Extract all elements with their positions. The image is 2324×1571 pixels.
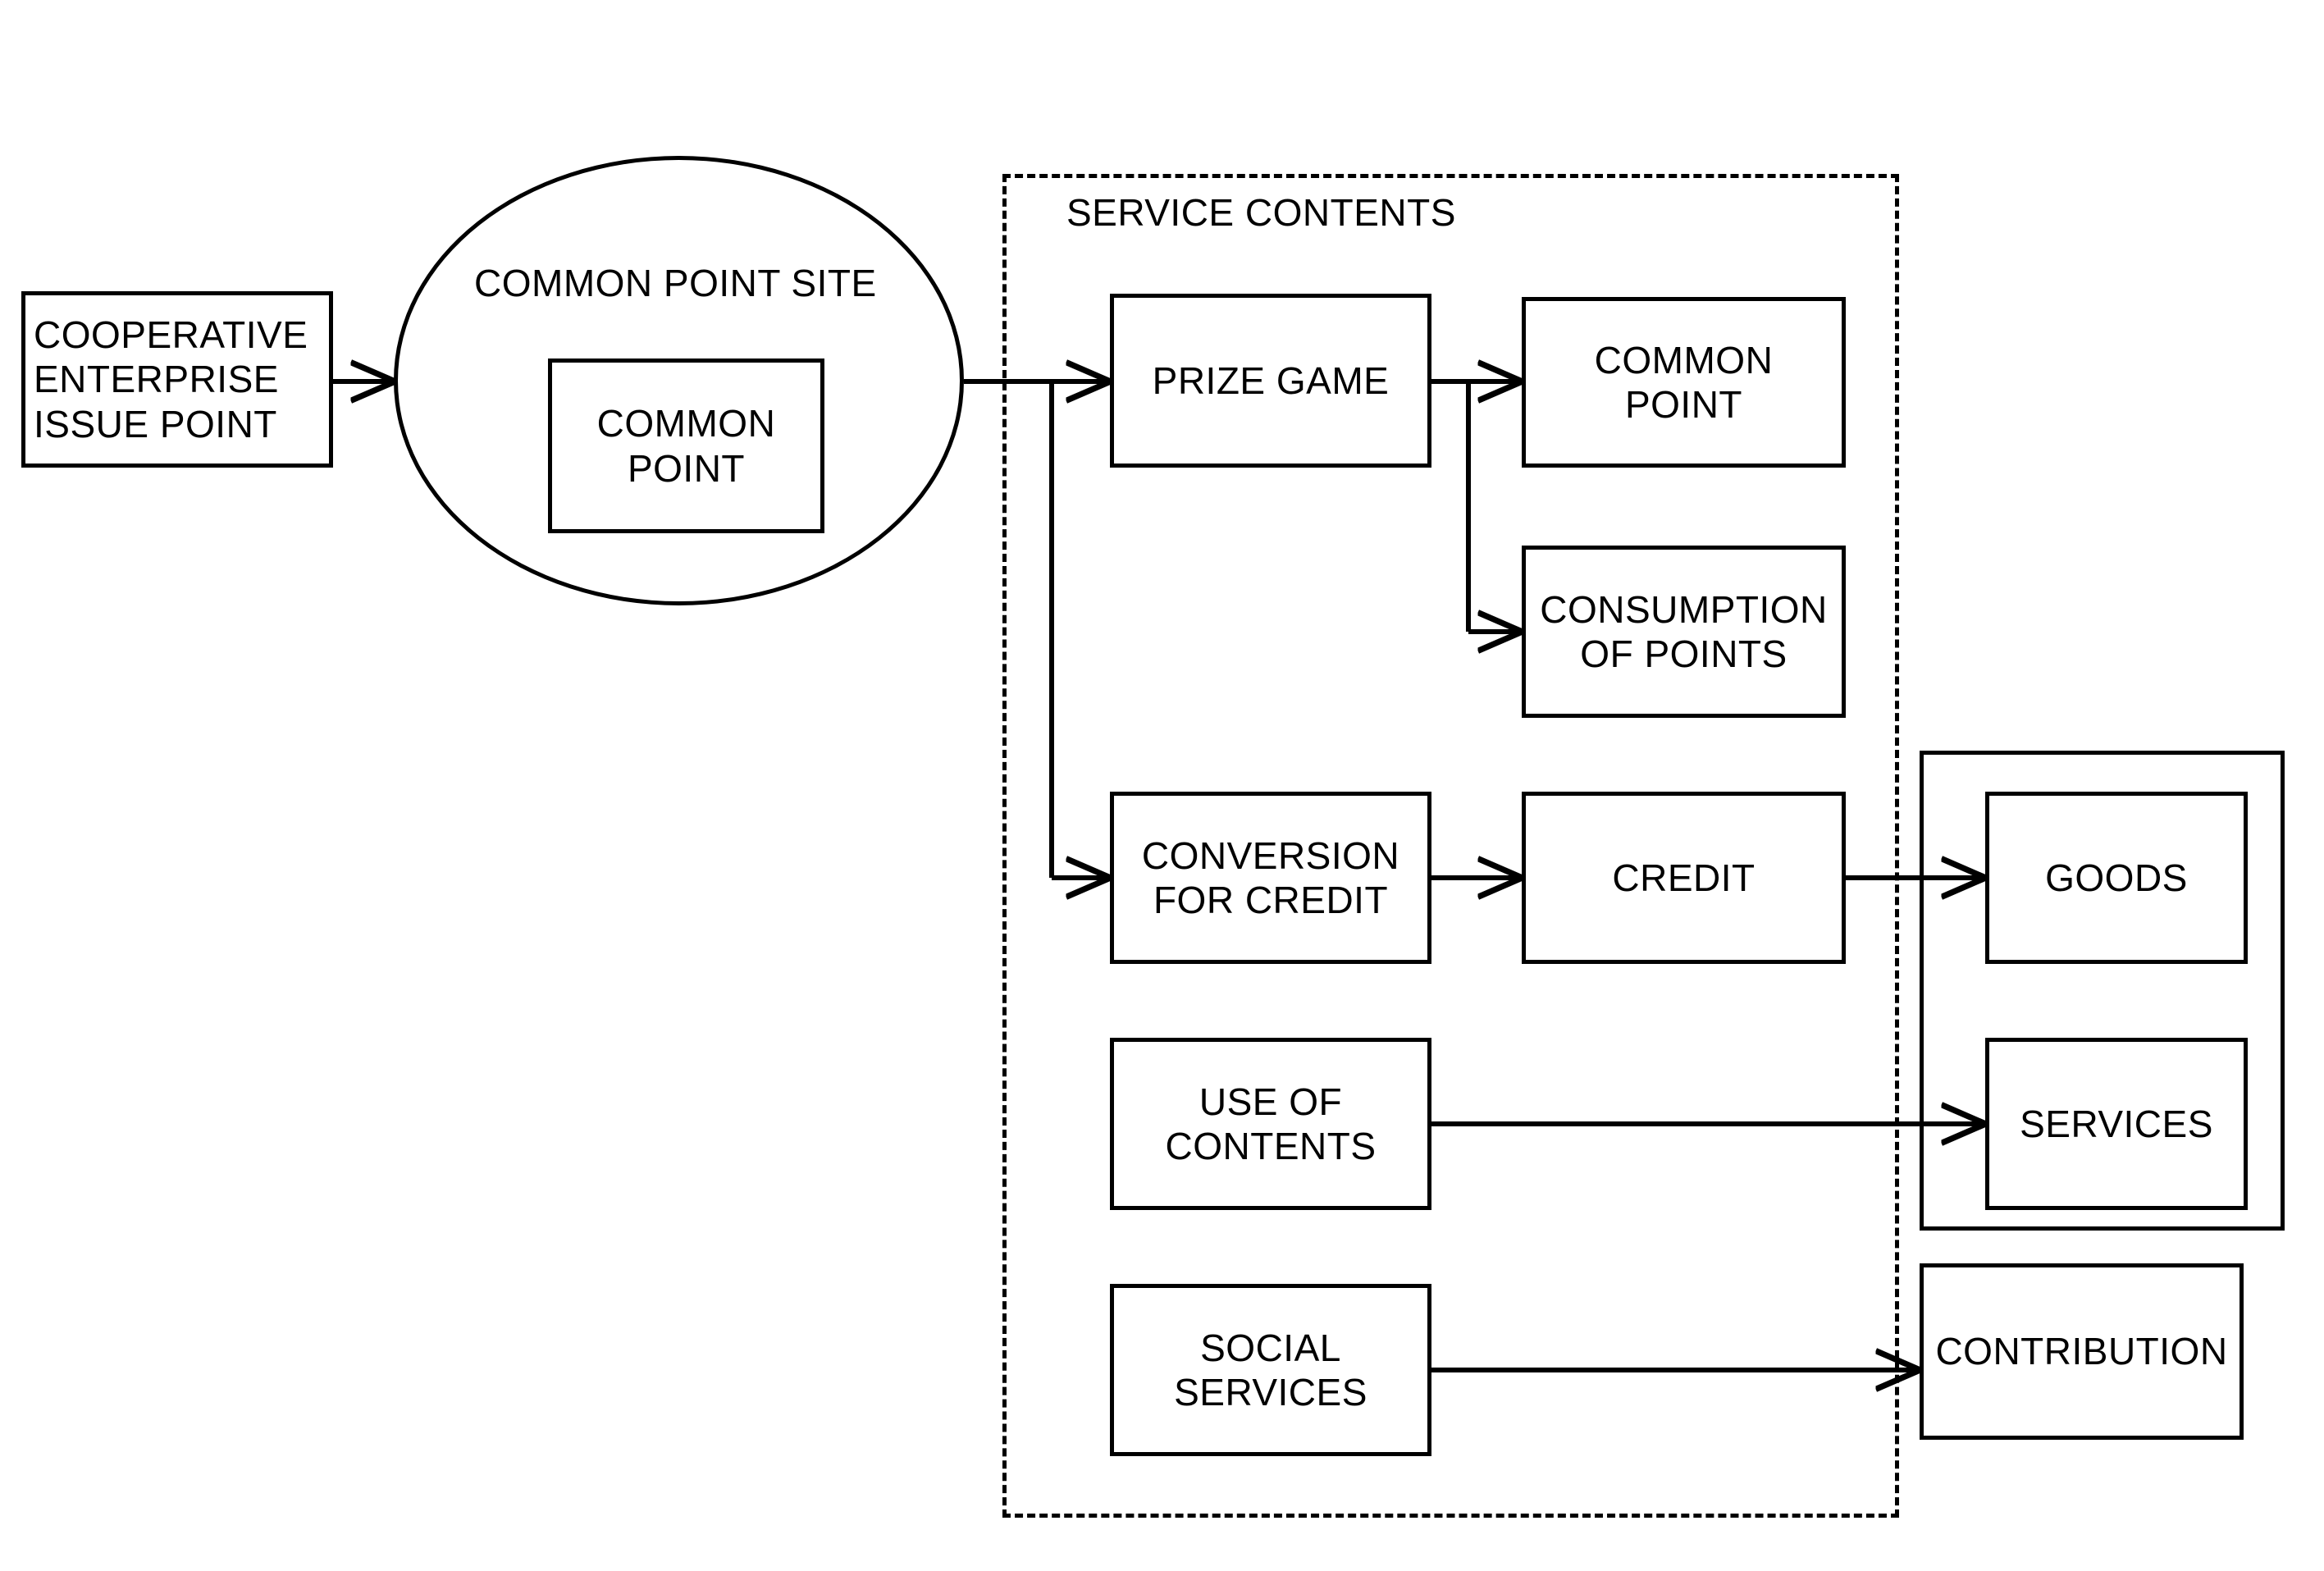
node-social-services[interactable]: SOCIAL SERVICES <box>1110 1284 1431 1456</box>
node-conversion-for-credit[interactable]: CONVERSION FOR CREDIT <box>1110 792 1431 964</box>
common-point-site-label: COMMON POINT SITE <box>474 262 877 304</box>
node-consumption-of-points[interactable]: CONSUMPTION OF POINTS <box>1522 546 1846 718</box>
node-use-of-contents[interactable]: USE OF CONTENTS <box>1110 1038 1431 1210</box>
node-prize-game[interactable]: PRIZE GAME <box>1110 294 1431 468</box>
diagram-canvas: SERVICE CONTENTS COOPERATIVE ENTERPRISE … <box>0 0 2324 1571</box>
node-goods[interactable]: GOODS <box>1985 792 2248 964</box>
node-contribution[interactable]: CONTRIBUTION <box>1920 1263 2244 1440</box>
node-services[interactable]: SERVICES <box>1985 1038 2248 1210</box>
node-credit[interactable]: CREDIT <box>1522 792 1846 964</box>
node-common-point-inner[interactable]: COMMON POINT <box>548 358 824 533</box>
service-contents-label: SERVICE CONTENTS <box>1066 191 1456 234</box>
node-common-point-output[interactable]: COMMON POINT <box>1522 297 1846 468</box>
node-cooperative-enterprise-issue-point[interactable]: COOPERATIVE ENTERPRISE ISSUE POINT <box>21 291 333 468</box>
